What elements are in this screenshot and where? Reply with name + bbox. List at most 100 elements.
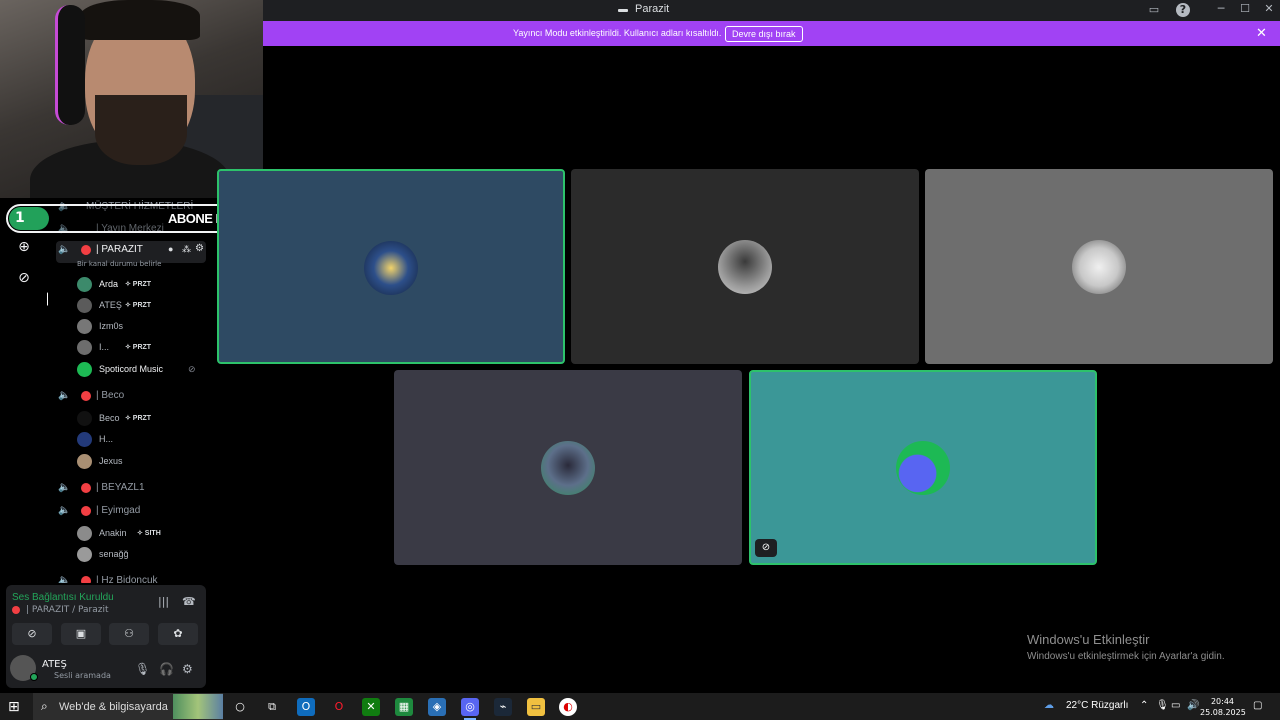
speaker-icon: 🔈 <box>58 575 71 583</box>
opera-icon[interactable]: O <box>330 698 348 716</box>
channel-hz-bidoncuk[interactable]: 🔈 | Hz Bidoncuk <box>56 572 206 583</box>
user-h[interactable]: H... <box>77 431 207 449</box>
user-anakin[interactable]: Anakin ✧ SITH <box>77 525 207 543</box>
clan-tag: ✧ PRZT <box>125 415 152 422</box>
avatar <box>77 277 92 292</box>
tray-overflow-icon[interactable]: ⌃ <box>1140 700 1148 711</box>
user-panel: ATEŞ Sesli aramada 🎙 🎧 ⚙ <box>10 655 210 685</box>
volume-icon[interactable]: 🔊 <box>1187 700 1199 711</box>
xbox-icon[interactable]: ✕ <box>362 698 380 716</box>
close-banner-icon[interactable]: ✕ <box>1256 26 1267 41</box>
channel-settings-icon[interactable]: ⚙ <box>195 243 204 254</box>
user-beco[interactable]: Beco ✧ PRZT <box>77 410 207 428</box>
live-indicator <box>81 576 91 583</box>
window-title: Parazit <box>635 3 670 15</box>
channel-eyimgad[interactable]: 🔈 | Eyimgad <box>56 502 206 522</box>
voice-channel-path[interactable]: | PARAZIT / Parazit <box>26 605 109 615</box>
avatar <box>77 362 92 377</box>
voice-status[interactable]: Ses Bağlantısı Kuruldu <box>12 592 114 603</box>
disconnect-icon[interactable]: ☎ <box>182 595 196 608</box>
speaker-icon: 🔈 <box>58 505 71 516</box>
avatar <box>718 240 772 294</box>
channel-beco[interactable]: 🔈 | Beco <box>56 387 206 407</box>
microphone-icon[interactable]: 🎙 <box>135 662 150 676</box>
live-indicator <box>12 606 20 614</box>
user-spoticord[interactable]: Spoticord Music ⊘ <box>77 361 207 379</box>
avatar <box>77 526 92 541</box>
camera-off-button[interactable]: ⊘ <box>12 623 52 645</box>
channel-status-prompt[interactable]: Bir kanal durumu belirle <box>77 260 161 268</box>
game-icon[interactable]: ◐ <box>559 698 577 716</box>
clan-tag: ✧ PRZT <box>125 281 152 288</box>
online-status-icon <box>30 673 38 681</box>
user-senagg[interactable]: senağğ <box>77 546 207 564</box>
banner-text: Yayıncı Modu etkinleştirildi. Kullanıcı … <box>513 28 722 38</box>
task-view-icon[interactable]: ⧉ <box>263 698 281 716</box>
user-ates[interactable]: ATEŞ ✧ PRZT <box>77 297 207 315</box>
taskbar-search[interactable]: ⌕ Web'de & bilgisayarda <box>33 693 223 720</box>
user-status: Sesli aramada <box>54 671 111 680</box>
user-jexus[interactable]: Jexus <box>77 453 207 471</box>
soundboard-button[interactable]: ✿ <box>158 623 198 645</box>
video-tile-2[interactable] <box>571 169 919 364</box>
live-indicator <box>81 483 91 493</box>
add-server-icon[interactable]: ⊕ <box>12 235 36 259</box>
explore-icon[interactable]: ⊘ <box>12 266 36 290</box>
channel-list: 🔈 MÜŞTERİ HİZMETLERİ 🔈 | Yayın Merkezi 🔈… <box>48 198 210 583</box>
user-hidden[interactable]: I... ✧ PRZT <box>77 339 207 357</box>
avatar <box>364 241 418 295</box>
screen-share-button[interactable]: ▣ <box>61 623 101 645</box>
help-icon[interactable]: ? <box>1176 3 1190 17</box>
avatar <box>77 432 92 447</box>
cortana-icon[interactable]: ○ <box>231 698 249 716</box>
avatar <box>77 411 92 426</box>
close-window-button[interactable]: ✕ <box>1261 2 1277 15</box>
chat-icon[interactable]: ● <box>168 244 173 254</box>
file-explorer-icon[interactable]: ▭ <box>527 698 545 716</box>
search-icon: ⌕ <box>41 699 48 713</box>
discord-icon[interactable]: ◎ <box>461 698 479 720</box>
weather-icon[interactable]: ☁ <box>1044 700 1054 711</box>
notifications-icon[interactable]: ▢ <box>1253 700 1262 711</box>
maximize-button[interactable]: ☐ <box>1237 2 1253 15</box>
search-highlight-image <box>173 694 223 719</box>
headphones-icon[interactable]: 🎧 <box>159 662 174 676</box>
tray-mic-icon[interactable]: 🎙 <box>1156 700 1169 711</box>
store-icon[interactable]: ▦ <box>395 698 413 716</box>
windows-start-icon[interactable]: ⊞ <box>8 699 20 715</box>
outlook-icon[interactable]: O <box>297 698 315 716</box>
video-tile-1[interactable] <box>217 169 565 364</box>
invite-icon[interactable]: ⁂ <box>182 244 191 255</box>
deafened-icon: ⊘ <box>755 539 777 557</box>
disable-streamer-mode-button[interactable]: Devre dışı bırak <box>725 26 803 42</box>
speaker-icon: 🔈 <box>58 390 71 401</box>
clock[interactable]: 20:44 25.08.2025 <box>1200 696 1246 718</box>
windows-activation-watermark: Windows'u Etkinleştir Windows'u etkinleş… <box>1027 632 1225 662</box>
user-izm0s[interactable]: Izm0s <box>77 318 207 336</box>
app-logo-icon <box>618 9 628 12</box>
channel-beyazl1[interactable]: 🔈 | BEYAZL1 <box>56 479 206 499</box>
user-arda[interactable]: Arda ✧ PRZT <box>77 276 207 294</box>
avatar <box>77 319 92 334</box>
network-icon[interactable]: ▭ <box>1171 700 1180 711</box>
avatar <box>77 454 92 469</box>
weather-text[interactable]: 22°C Rüzgarlı <box>1066 700 1128 711</box>
avatar <box>77 298 92 313</box>
speaker-icon: 🔈 <box>58 482 71 493</box>
title-bar: Parazit ▭ ? ─ ☐ ✕ <box>263 0 1280 21</box>
app-icon[interactable]: ◈ <box>428 698 446 716</box>
video-tile-spoticord[interactable]: ⊘ <box>749 370 1097 565</box>
noise-suppression-icon[interactable]: ||| <box>158 595 169 608</box>
user-settings-icon[interactable]: ⚙ <box>182 662 193 676</box>
inbox-icon[interactable]: ▭ <box>1147 3 1161 17</box>
activities-button[interactable]: ⚇ <box>109 623 149 645</box>
live-indicator <box>81 391 91 401</box>
minimize-button[interactable]: ─ <box>1213 2 1229 15</box>
steam-icon[interactable]: ⌁ <box>494 698 512 716</box>
deafened-icon: ⊘ <box>188 364 196 374</box>
video-tile-4[interactable] <box>394 370 742 565</box>
live-indicator <box>81 245 91 255</box>
live-indicator <box>81 506 91 516</box>
video-tile-3[interactable] <box>925 169 1273 364</box>
spoticord-avatar <box>896 441 950 495</box>
